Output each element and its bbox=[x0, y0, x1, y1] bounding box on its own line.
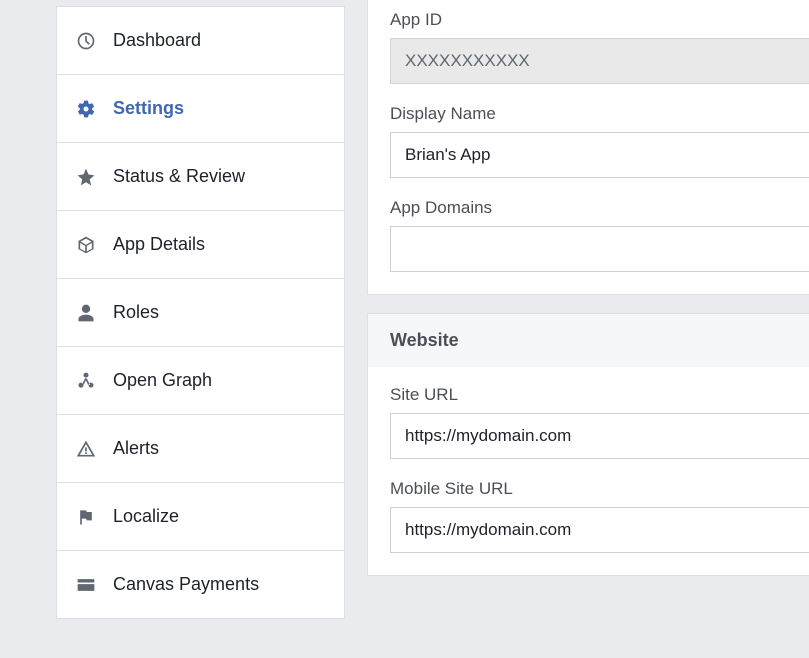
sidebar-item-roles[interactable]: Roles bbox=[57, 278, 344, 346]
dashboard-icon bbox=[75, 30, 97, 52]
sidebar-item-alerts[interactable]: Alerts bbox=[57, 414, 344, 482]
site-url-field[interactable] bbox=[390, 413, 809, 459]
sidebar-item-open-graph[interactable]: Open Graph bbox=[57, 346, 344, 414]
mobile-site-url-field[interactable] bbox=[390, 507, 809, 553]
person-icon bbox=[75, 302, 97, 324]
sidebar-item-label: Canvas Payments bbox=[113, 574, 259, 595]
website-panel-header: Website bbox=[367, 313, 809, 367]
sidebar-item-localize[interactable]: Localize bbox=[57, 482, 344, 550]
sidebar-item-label: Status & Review bbox=[113, 166, 245, 187]
form-group-mobile-site-url: Mobile Site URL bbox=[390, 479, 809, 553]
credit-card-icon bbox=[75, 574, 97, 596]
display-name-label: Display Name bbox=[390, 104, 809, 124]
sidebar-item-dashboard[interactable]: Dashboard bbox=[57, 6, 344, 74]
main-content: App ID Display Name App Domains Website … bbox=[345, 0, 809, 658]
form-group-app-id: App ID bbox=[390, 10, 809, 84]
app-domains-label: App Domains bbox=[390, 198, 809, 218]
form-group-app-domains: App Domains bbox=[390, 198, 809, 272]
app-domains-field[interactable] bbox=[390, 226, 809, 272]
mobile-site-url-label: Mobile Site URL bbox=[390, 479, 809, 499]
site-url-label: Site URL bbox=[390, 385, 809, 405]
app-id-label: App ID bbox=[390, 10, 809, 30]
sidebar-item-status-review[interactable]: Status & Review bbox=[57, 142, 344, 210]
app-id-field[interactable] bbox=[390, 38, 809, 84]
sidebar-item-label: Settings bbox=[113, 98, 184, 119]
sidebar-item-app-details[interactable]: App Details bbox=[57, 210, 344, 278]
sidebar-item-label: Localize bbox=[113, 506, 179, 527]
sidebar-item-label: Roles bbox=[113, 302, 159, 323]
alert-icon bbox=[75, 438, 97, 460]
star-icon bbox=[75, 166, 97, 188]
form-group-display-name: Display Name bbox=[390, 104, 809, 178]
website-panel: Site URL Mobile Site URL bbox=[367, 367, 809, 576]
sidebar-item-label: Open Graph bbox=[113, 370, 212, 391]
display-name-field[interactable] bbox=[390, 132, 809, 178]
graph-icon bbox=[75, 370, 97, 392]
sidebar-item-canvas-payments[interactable]: Canvas Payments bbox=[57, 550, 344, 618]
sidebar-item-settings[interactable]: Settings bbox=[57, 74, 344, 142]
gear-icon bbox=[75, 98, 97, 120]
sidebar-item-label: Dashboard bbox=[113, 30, 201, 51]
flag-icon bbox=[75, 506, 97, 528]
basic-settings-panel: App ID Display Name App Domains bbox=[367, 0, 809, 295]
sidebar-item-label: App Details bbox=[113, 234, 205, 255]
form-group-site-url: Site URL bbox=[390, 385, 809, 459]
sidebar: Dashboard Settings Status & Review App D… bbox=[0, 0, 345, 658]
cube-icon bbox=[75, 234, 97, 256]
sidebar-item-label: Alerts bbox=[113, 438, 159, 459]
